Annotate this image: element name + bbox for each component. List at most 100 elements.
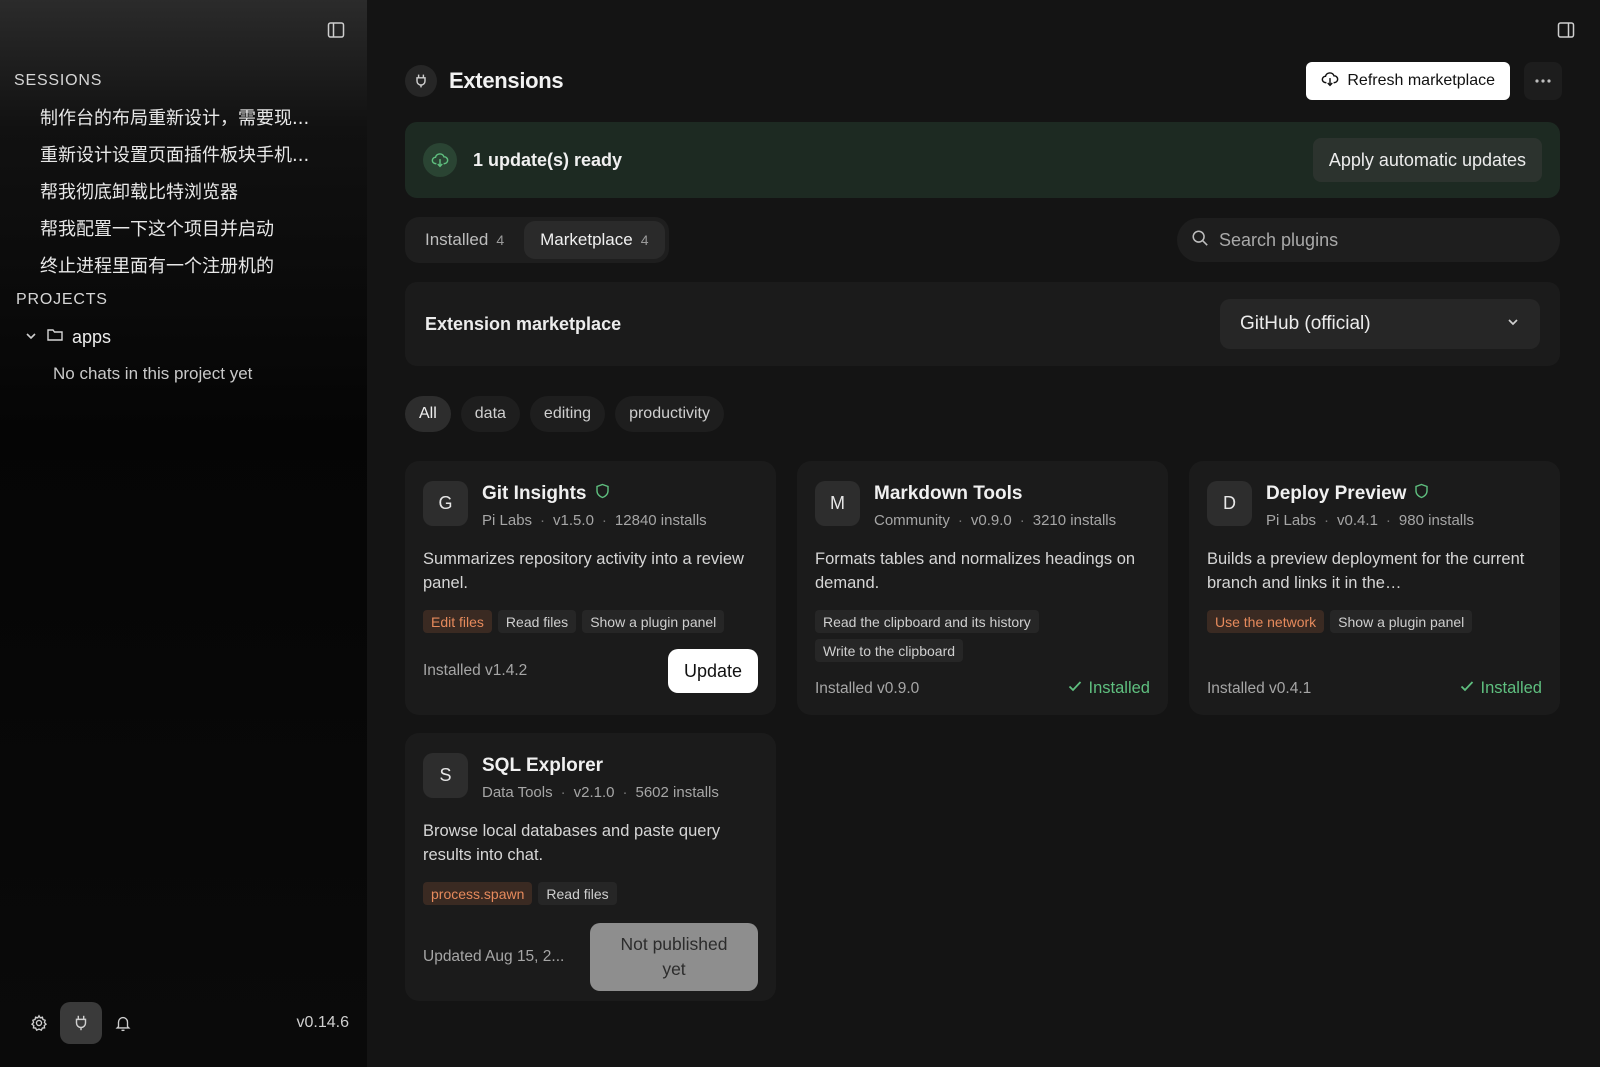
session-item[interactable]: 制作台的布局重新设计，需要现... — [40, 104, 310, 130]
plugin-author: Pi Labs — [482, 512, 533, 529]
plugin-name: SQL Explorer — [482, 755, 604, 776]
toggle-right-panel-icon[interactable] — [1552, 16, 1580, 44]
tab-marketplace[interactable]: Marketplace 4 — [524, 221, 665, 259]
marketplace-source-card: Extension marketplace GitHub (official) — [405, 282, 1560, 366]
installed-label: Installed — [1480, 679, 1542, 697]
project-apps[interactable]: apps — [24, 326, 111, 349]
verified-shield-icon — [1414, 483, 1429, 505]
app-window: SESSIONS 制作台的布局重新设计，需要现... 重新设计设置页面插件板块手… — [0, 0, 1600, 1067]
permission-badge: Read the clipboard and its history — [815, 610, 1039, 633]
plugin-card-sql-explorer: S SQL Explorer Data Tools · v2.1.0 · 5602 … — [405, 733, 776, 1001]
permission-badge: Read files — [497, 610, 577, 633]
projects-heading: PROJECTS — [16, 291, 108, 308]
plugin-avatar: G — [423, 481, 468, 526]
session-item[interactable]: 帮我彻底卸载比特浏览器 — [40, 178, 310, 204]
tab-count: 4 — [496, 232, 505, 248]
refresh-marketplace-button[interactable]: Refresh marketplace — [1306, 62, 1510, 100]
view-tabs: Installed 4 Marketplace 4 — [405, 217, 669, 263]
check-icon — [1067, 678, 1083, 699]
plugin-version: v1.5.0 — [553, 512, 594, 529]
plugin-version: v0.4.1 — [1337, 512, 1378, 529]
tab-label: Installed — [425, 230, 489, 249]
collapse-sidebar-icon[interactable] — [322, 16, 350, 44]
sessions-heading: SESSIONS — [14, 72, 103, 89]
refresh-label: Refresh marketplace — [1347, 72, 1495, 89]
sidebar-footer: v0.14.6 — [18, 1001, 349, 1045]
permission-badge: Write to the clipboard — [815, 639, 964, 662]
installed-status: Installed — [1067, 678, 1150, 699]
updates-banner: 1 update(s) ready Apply automatic update… — [405, 122, 1560, 198]
cloud-download-icon — [423, 143, 457, 177]
cloud-download-icon — [1321, 70, 1339, 93]
installed-version: Installed v0.9.0 — [815, 679, 920, 697]
permission-badge: Read files — [538, 882, 617, 905]
permission-badge: Edit files — [423, 610, 492, 633]
search-input[interactable] — [1219, 229, 1539, 251]
project-name: apps — [72, 327, 112, 347]
filter-productivity[interactable]: productivity — [615, 396, 724, 432]
plugin-author: Pi Labs — [1266, 512, 1317, 529]
plugin-avatar: S — [423, 753, 468, 798]
plugin-installs: 5602 installs — [635, 784, 719, 801]
plugin-description: Builds a preview deployment for the curr… — [1207, 550, 1525, 592]
search-icon — [1191, 229, 1209, 252]
session-item[interactable]: 帮我配置一下这个项目并启动 — [40, 215, 310, 241]
plugin-name: Markdown Tools — [874, 483, 1023, 504]
plugin-name: Git Insights — [482, 483, 587, 504]
filter-data[interactable]: data — [460, 396, 520, 432]
update-button[interactable]: Update — [667, 649, 758, 693]
session-item[interactable]: 终止进程里面有一个注册机的 — [40, 252, 310, 278]
updates-ready-text: 1 update(s) ready — [473, 149, 623, 170]
not-published-button: Not published yet — [590, 923, 758, 991]
updated-date: Updated Aug 15, 2... — [423, 948, 565, 965]
tab-count: 4 — [640, 232, 649, 248]
page-header: Extensions Refresh marketplace — [405, 62, 1562, 100]
empty-project-note: No chats in this project yet — [53, 364, 253, 383]
search-box — [1177, 218, 1560, 262]
category-filters: All data editing productivity — [405, 396, 724, 432]
sidebar: SESSIONS 制作台的布局重新设计，需要现... 重新设计设置页面插件板块手… — [0, 0, 367, 1067]
plugin-version: v2.1.0 — [573, 784, 615, 801]
plugin-installs: 12840 installs — [614, 512, 707, 529]
plug-icon[interactable] — [60, 1002, 102, 1044]
chevron-down-icon — [24, 327, 38, 348]
permission-badge: process.spawn — [423, 882, 533, 905]
bell-icon[interactable] — [102, 1002, 144, 1044]
tab-installed[interactable]: Installed 4 — [409, 221, 520, 259]
folder-icon — [46, 326, 64, 349]
plugin-author: Data Tools — [482, 784, 553, 801]
filter-editing[interactable]: editing — [529, 396, 606, 432]
plugin-card-git-insights: G Git Insights Pi Labs · v1.5.0 · 12840 in… — [405, 461, 776, 715]
permission-badge: Use the network — [1207, 610, 1325, 633]
installed-label: Installed — [1088, 679, 1150, 697]
plugin-description: Summarizes repository activity into a re… — [423, 550, 744, 592]
chevron-down-icon — [1506, 313, 1520, 335]
marketplace-source-select[interactable]: GitHub (official) — [1220, 299, 1540, 349]
plugin-description: Browse local databases and paste query r… — [423, 822, 721, 864]
plugin-author: Community — [874, 512, 950, 529]
permission-badge: Show a plugin panel — [1330, 610, 1473, 633]
plugin-installs: 980 installs — [1398, 512, 1474, 529]
installed-status: Installed — [1459, 678, 1542, 699]
filter-all[interactable]: All — [405, 396, 451, 432]
marketplace-title: Extension marketplace — [425, 313, 622, 334]
settings-gear-icon[interactable] — [18, 1002, 60, 1044]
check-icon — [1459, 678, 1475, 699]
plugin-name: Deploy Preview — [1266, 483, 1407, 504]
plugin-description: Formats tables and normalizes headings o… — [815, 550, 1136, 592]
page-title: Extensions — [449, 68, 564, 93]
installed-version: Installed v1.4.2 — [423, 662, 528, 679]
plugin-version: v0.9.0 — [970, 512, 1012, 529]
plugin-card-deploy-preview: D Deploy Preview Pi Labs · v0.4.1 · 980 in… — [1189, 461, 1560, 715]
plugin-avatar: M — [815, 481, 860, 526]
verified-shield-icon — [595, 483, 610, 505]
apply-automatic-updates-button[interactable]: Apply automatic updates — [1312, 138, 1542, 182]
plugin-installs: 3210 installs — [1032, 512, 1117, 529]
session-item[interactable]: 重新设计设置页面插件板块手机... — [40, 141, 310, 167]
permission-badge: Show a plugin panel — [582, 610, 725, 633]
tab-label: Marketplace — [540, 230, 633, 249]
app-version: v0.14.6 — [296, 1014, 349, 1031]
more-options-icon[interactable] — [1524, 62, 1562, 100]
extensions-plug-icon — [405, 65, 437, 97]
plugin-card-markdown-tools: M Markdown Tools Community · v0.9.0 · 3210… — [797, 461, 1168, 715]
